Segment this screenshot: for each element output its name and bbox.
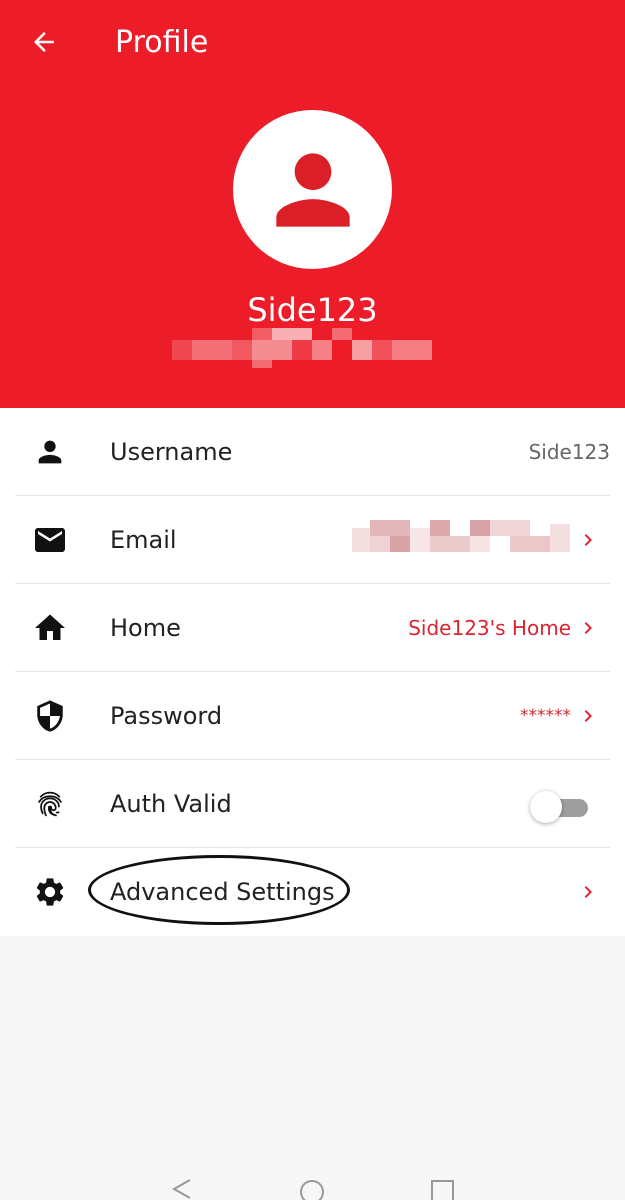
toggle-knob [530, 791, 562, 823]
chevron-right-icon [584, 622, 592, 634]
home-row[interactable]: Home Side123's Home [15, 584, 610, 672]
system-navbar [0, 1170, 625, 1200]
back-button[interactable] [24, 22, 64, 62]
back-triangle-icon[interactable] [168, 1178, 196, 1200]
gear-icon [36, 878, 64, 906]
auth-valid-toggle[interactable] [530, 791, 590, 823]
home-circle-icon[interactable] [298, 1178, 326, 1200]
profile-header: Profile Side123 [0, 0, 625, 408]
username-value: Side123 [528, 440, 610, 464]
shield-icon [37, 700, 63, 732]
redacted-text [172, 328, 452, 368]
password-value: ****** [520, 706, 571, 726]
advanced-settings-label: Advanced Settings [110, 878, 335, 906]
chevron-right-icon [584, 886, 592, 898]
fingerprint-icon [38, 791, 62, 817]
chevron-right-icon [584, 534, 592, 546]
profile-screen: Profile Side123 Username Side123 Email H… [0, 0, 625, 1200]
avatar[interactable] [233, 110, 392, 269]
home-value: Side123's Home [408, 616, 571, 640]
username-label: Username [110, 438, 233, 466]
chevron-right-icon [584, 710, 592, 722]
email-value-redacted [352, 520, 574, 560]
home-label: Home [110, 614, 181, 642]
arrow-left-icon [34, 32, 54, 52]
email-label: Email [110, 526, 177, 554]
username-row[interactable]: Username Side123 [15, 408, 610, 496]
email-row[interactable]: Email [15, 496, 610, 584]
person-icon [38, 440, 62, 464]
page-title: Profile [115, 25, 209, 60]
mail-icon [35, 528, 65, 552]
password-row[interactable]: Password ****** [15, 672, 610, 760]
password-label: Password [110, 702, 223, 730]
auth-valid-row: Auth Valid [15, 760, 610, 848]
auth-valid-label: Auth Valid [110, 790, 232, 818]
advanced-settings-row[interactable]: Advanced Settings [15, 848, 610, 936]
person-icon [275, 152, 350, 227]
home-icon [35, 614, 65, 640]
profile-name: Side123 [247, 291, 378, 329]
settings-list: Username Side123 Email Home Side123's Ho… [0, 408, 625, 936]
recents-square-icon[interactable] [429, 1178, 457, 1200]
